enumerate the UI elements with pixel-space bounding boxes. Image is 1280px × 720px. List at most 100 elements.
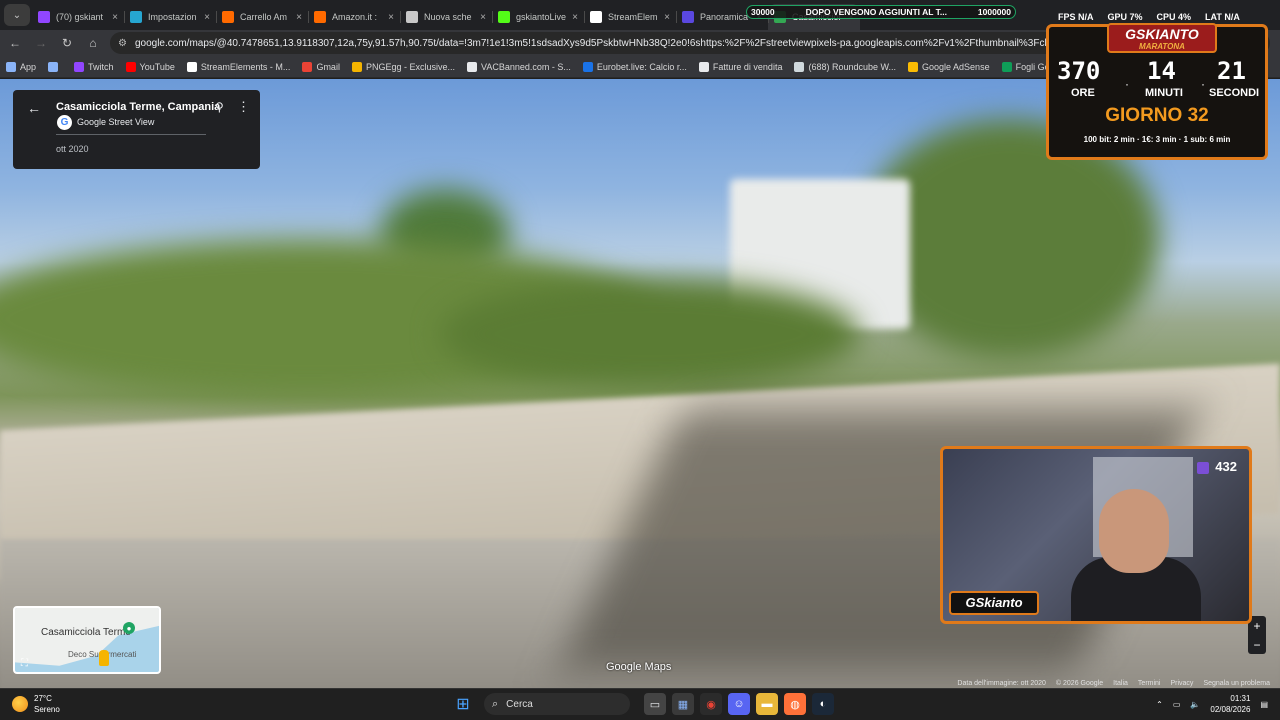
chrome-icon[interactable]: ◉	[700, 693, 722, 715]
brand-badge: GSKIANTO MARATONA	[1107, 23, 1217, 53]
close-tab-icon[interactable]: ×	[480, 12, 486, 23]
fps-stat: FPS N/A	[1058, 12, 1094, 22]
goal-text: DOPO VENGONO AGGIUNTI AL T...	[805, 7, 947, 17]
close-tab-icon[interactable]: ×	[388, 12, 394, 23]
file-explorer-icon[interactable]: ▬	[756, 693, 778, 715]
timer-rules: 100 bit: 2 min · 1€: 3 min · 1 sub: 6 mi…	[1083, 135, 1231, 144]
clock[interactable]: 01:31 02/08/2026	[1210, 693, 1250, 715]
timer-minutes: 14	[1147, 57, 1176, 85]
timer-separator: ·	[1125, 77, 1129, 91]
expand-icon[interactable]: ⛶	[21, 658, 28, 669]
task-view-icon[interactable]: ▭	[644, 693, 666, 715]
bookmark-favicon-icon	[908, 61, 919, 72]
tab-title: (70) gskiant	[56, 12, 104, 22]
attribution-item[interactable]: Privacy	[1170, 680, 1193, 687]
home-button[interactable]: ⌂	[82, 32, 104, 54]
browser-tab[interactable]: StreamElem ×	[584, 4, 676, 30]
minimap[interactable]: Casamicciola Terme Deco Supermercati ● ⛶	[13, 606, 161, 674]
store-icon[interactable]: ▦	[672, 693, 694, 715]
bookmark-label: (688) Roundcube W...	[808, 61, 897, 72]
tab-title: Carrello Am	[240, 12, 288, 22]
zoom-in-button[interactable]: +	[1253, 619, 1260, 633]
clock-date: 02/08/2026	[1210, 705, 1251, 714]
bookmark-item[interactable]: Eurobet.live: Calcio r...	[582, 61, 687, 72]
poi-marker-icon[interactable]: ●	[123, 622, 135, 634]
tab-title: Impostazion	[148, 12, 197, 22]
bookmark-item[interactable]	[48, 61, 62, 72]
bookmark-item[interactable]: (688) Roundcube W...	[794, 61, 897, 72]
search-placeholder: Cerca	[506, 698, 533, 710]
close-tab-icon[interactable]: ×	[296, 12, 302, 23]
search-icon: ⌕	[492, 697, 499, 710]
tab-search-button[interactable]: ⌄	[4, 4, 30, 26]
bookmark-item[interactable]: PNGEgg - Exclusive...	[351, 61, 455, 72]
map-pin-icon[interactable]: ⚲	[215, 100, 224, 114]
browser-tab[interactable]: gskiantoLive ×	[492, 4, 584, 30]
gpu-stat: GPU 7%	[1107, 12, 1143, 22]
bookmark-label: App	[20, 61, 37, 72]
site-info-icon[interactable]: ⚙	[118, 38, 127, 49]
viewer-count: 432	[1197, 459, 1237, 474]
streamer-head	[1099, 489, 1169, 573]
browser-tab[interactable]: Nuova sche ×	[400, 4, 492, 30]
taskbar-apps: ⊞ ⌕ Cerca ▭ ▦ ◉ ☺ ▬ ◍ ◐	[452, 693, 834, 715]
bookmark-item[interactable]: Google AdSense	[908, 61, 990, 72]
weather-temp: 27°C	[34, 694, 52, 703]
windows-start-icon[interactable]: ⊞	[452, 693, 474, 715]
reload-button[interactable]: ↻	[56, 32, 78, 54]
divider	[56, 134, 206, 135]
bookmark-item[interactable]: Twitch	[74, 61, 114, 72]
capture-date[interactable]: ott 2020	[56, 144, 89, 154]
attribution-item: Data dell'immagine: ott 2020	[957, 680, 1046, 687]
bookmark-label: Fatture di vendita	[712, 61, 783, 72]
bookmark-item[interactable]: Fatture di vendita	[698, 61, 783, 72]
discord-icon[interactable]: ☺	[728, 693, 750, 715]
weather-widget[interactable]: 27°C Sereno	[12, 693, 60, 715]
seconds-label: SECONDI	[1209, 87, 1260, 99]
minimap-town-label: Casamicciola Terme	[41, 627, 131, 638]
close-tab-icon[interactable]: ×	[112, 12, 118, 23]
close-tab-icon[interactable]: ×	[572, 12, 578, 23]
bookmark-item[interactable]: App	[6, 61, 37, 72]
network-icon[interactable]: ▭	[1173, 700, 1181, 709]
bookmark-favicon-icon	[466, 61, 477, 72]
more-options-icon[interactable]: ⋮	[237, 99, 250, 115]
timer-hours: 370	[1057, 57, 1101, 85]
notification-icon[interactable]: ▤	[1260, 700, 1268, 709]
viewers-icon	[1197, 461, 1210, 474]
day-counter: GIORNO 32	[1105, 105, 1209, 126]
bookmark-favicon-icon	[302, 61, 313, 72]
steam-icon[interactable]: ◐	[812, 693, 834, 715]
close-tab-icon[interactable]: ×	[664, 12, 670, 23]
back-button[interactable]: ←	[4, 32, 26, 54]
tab-list: (70) gskiant × Impostazion × Carrello Am × Ama…	[32, 4, 860, 30]
taskbar-search[interactable]: ⌕ Cerca	[484, 693, 630, 715]
firefox-icon[interactable]: ◍	[784, 693, 806, 715]
tab-title: gskiantoLive	[516, 12, 567, 22]
bookmark-item[interactable]: Gmail	[302, 61, 340, 72]
tab-title: StreamElem	[608, 12, 658, 22]
zoom-out-button[interactable]: −	[1253, 638, 1260, 652]
browser-tab[interactable]: Amazon.it : ×	[308, 4, 400, 30]
browser-tab[interactable]: Carrello Am ×	[216, 4, 308, 30]
browser-tab[interactable]: Impostazion ×	[124, 4, 216, 30]
browser-tab[interactable]: (70) gskiant ×	[32, 4, 124, 30]
bookmark-favicon-icon	[125, 61, 136, 72]
bookmark-item[interactable]: YouTube	[125, 61, 175, 72]
bookmark-label: Eurobet.live: Calcio r...	[596, 61, 687, 72]
bookmark-item[interactable]: StreamElements - M...	[186, 61, 290, 72]
goal-start: 30000	[751, 7, 775, 17]
minutes-label: MINUTI	[1145, 87, 1183, 99]
close-tab-icon[interactable]: ×	[204, 12, 210, 23]
tray-expand-icon[interactable]: ⌃	[1156, 700, 1163, 709]
bookmark-label: YouTube	[139, 61, 175, 72]
bookmark-label: VACBanned.com - S...	[480, 61, 571, 72]
location-info-card: ← Casamicciola Terme, Campania ⚲ ⋮ G Goo…	[13, 90, 260, 169]
volume-icon[interactable]: 🔈	[1190, 700, 1200, 709]
performance-stats: FPS N/A GPU 7% CPU 4% LAT N/A	[1058, 12, 1240, 22]
bookmark-item[interactable]: VACBanned.com - S...	[466, 61, 571, 72]
attribution-item[interactable]: Segnala un problema	[1203, 680, 1270, 687]
attribution-item[interactable]: Termini	[1138, 680, 1161, 687]
back-arrow-icon[interactable]: ←	[27, 100, 41, 116]
forward-button[interactable]: →	[30, 32, 52, 54]
